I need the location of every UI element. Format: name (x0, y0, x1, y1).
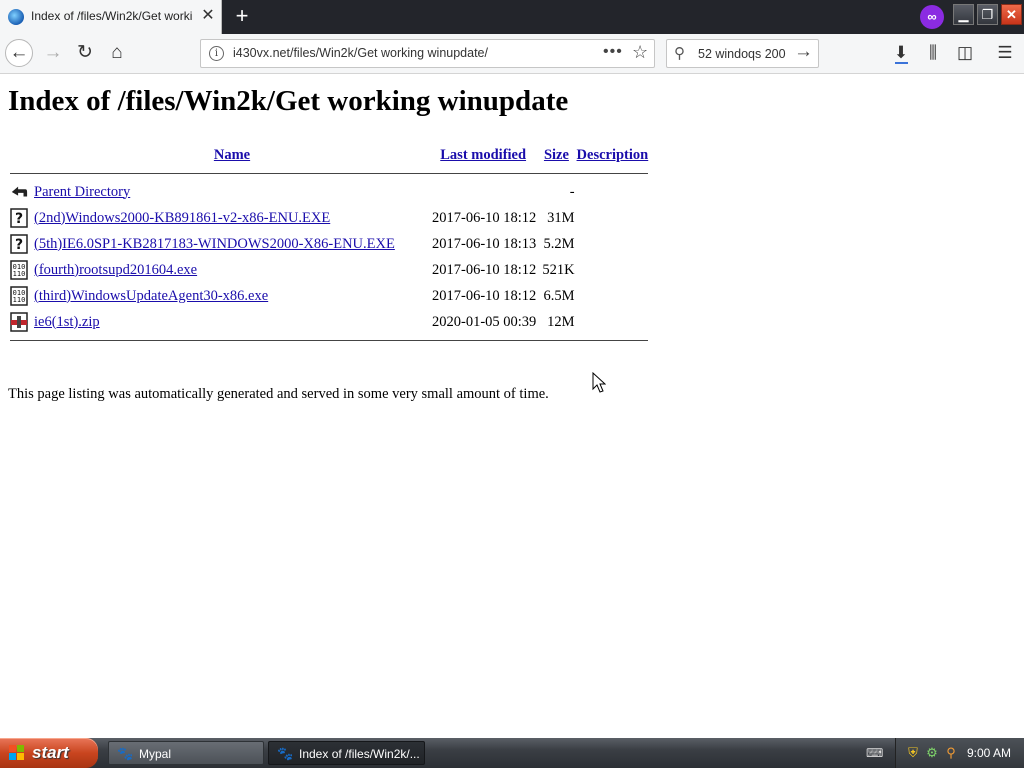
hamburger-menu-icon[interactable]: ☰ (993, 41, 1017, 65)
windows-flag-icon (9, 745, 24, 760)
mypal-app-icon: 🐾 (117, 746, 134, 761)
start-label: start (32, 743, 69, 762)
file-size: 6.5M (543, 287, 575, 304)
private-browsing-icon: ∞ (920, 5, 944, 29)
page-content: Index of /files/Win2k/Get working winupd… (0, 74, 1024, 738)
sort-by-last-modified-link[interactable]: Last modified (440, 147, 526, 163)
reload-button[interactable]: ↻ (71, 39, 99, 67)
search-tray-icon[interactable]: ⚲ (943, 745, 959, 761)
restore-window-button[interactable]: ❐ (977, 4, 998, 25)
svg-text:110: 110 (13, 296, 26, 304)
keyboard-icon[interactable]: ⌨ (866, 746, 883, 760)
file-size: 5.2M (543, 235, 575, 252)
file-link[interactable]: (fourth)rootsupd201604.exe (34, 262, 197, 278)
library-icon[interactable]: ⫼ (921, 41, 945, 65)
file-link[interactable]: (third)WindowsUpdateAgent30-x86.exe (34, 288, 268, 304)
sort-by-size-link[interactable]: Size (544, 147, 569, 163)
taskbar-item-label: Index of /files/Win2k/... (299, 747, 420, 761)
tab-title: Index of /files/Win2k/Get working winupd… (31, 9, 193, 23)
sidebar-icon[interactable]: ◫ (953, 41, 977, 65)
binary-file-icon: 010 110 (10, 260, 28, 280)
table-row: 010 110 (third)WindowsUpdateAgent30-x86.… (10, 284, 648, 308)
taskbar-item-label: Mypal (139, 747, 172, 761)
parent-directory-link[interactable]: Parent Directory (34, 184, 130, 200)
tab-strip: Index of /files/Win2k/Get working winupd… (0, 0, 1024, 34)
network-icon[interactable]: ⚙ (924, 745, 940, 761)
file-link[interactable]: (2nd)Windows2000-KB891861-v2-x86-ENU.EXE (34, 210, 330, 226)
search-icon: ⚲ (674, 45, 685, 62)
last-modified: 2017-06-10 18:13 (432, 235, 537, 252)
last-modified: 2017-06-10 18:12 (432, 261, 537, 278)
table-row: ie6(1st).zip 2020-01-05 00:39 12M (10, 310, 648, 334)
mouse-cursor-icon (592, 372, 606, 393)
address-bar[interactable]: i i430vx.net/files/Win2k/Get working win… (200, 39, 655, 68)
close-window-button[interactable]: ✕ (1001, 4, 1022, 25)
svg-text:?: ? (15, 237, 23, 253)
last-modified: 2017-06-10 18:12 (432, 287, 537, 304)
compressed-file-icon (10, 312, 28, 332)
back-arrow-icon (11, 186, 28, 197)
sort-by-description-link[interactable]: Description (577, 147, 649, 163)
active-tab[interactable]: Index of /files/Win2k/Get working winupd… (0, 0, 222, 34)
minimize-window-button[interactable]: ▁ (953, 4, 974, 25)
table-header-row: Name Last modified Size Description (10, 143, 648, 167)
file-size: 521K (542, 261, 575, 278)
address-bar-url[interactable]: i430vx.net/files/Win2k/Get working winup… (233, 46, 488, 60)
search-go-icon[interactable]: → (794, 41, 813, 63)
unknown-file-icon: ? (10, 234, 28, 254)
forward-button[interactable]: → (39, 39, 67, 67)
table-row: ? (5th)IE6.0SP1-KB2817183-WINDOWS2000-X8… (10, 232, 648, 256)
file-size: 31M (547, 209, 575, 226)
site-info-icon[interactable]: i (209, 46, 224, 61)
directory-listing-table: Name Last modified Size Description Pare… (8, 141, 650, 347)
header-divider (10, 169, 649, 178)
security-shield-icon[interactable]: ⛨ (905, 745, 921, 761)
last-modified: 2017-06-10 18:12 (432, 209, 537, 226)
file-size: 12M (547, 313, 575, 330)
navigation-toolbar: ← → ↻ ⌂ i i430vx.net/files/Win2k/Get wor… (0, 34, 1024, 74)
taskbar-clock: 9:00 AM (967, 746, 1012, 760)
file-size: - (569, 183, 575, 200)
last-modified: 2020-01-05 00:39 (432, 313, 537, 330)
unknown-file-icon: ? (10, 208, 28, 228)
back-button[interactable]: ← (5, 39, 33, 67)
mypal-app-icon: 🐾 (277, 746, 294, 761)
home-button[interactable]: ⌂ (103, 39, 131, 67)
file-link[interactable]: (5th)IE6.0SP1-KB2817183-WINDOWS2000-X86-… (34, 236, 395, 252)
downloads-icon[interactable]: ⬇ (889, 41, 913, 65)
taskbar: start 🐾 Mypal 🐾 Index of /files/Win2k/..… (0, 738, 1024, 768)
search-input[interactable]: 52 windoqs 200 (698, 47, 786, 61)
browser-favicon-icon (8, 9, 24, 25)
taskbar-item-mypal[interactable]: 🐾 Mypal (108, 741, 264, 765)
bookmark-star-icon[interactable]: ☆ (632, 42, 648, 63)
page-actions-icon[interactable]: ••• (603, 43, 623, 61)
page-title: Index of /files/Win2k/Get working winupd… (8, 85, 569, 117)
file-link[interactable]: ie6(1st).zip (34, 314, 100, 330)
new-tab-button[interactable]: + (230, 4, 254, 28)
table-row: 010 110 (fourth)rootsupd201604.exe 2017-… (10, 258, 648, 282)
svg-text:110: 110 (13, 270, 26, 278)
search-bar[interactable]: ⚲ 52 windoqs 200 → (666, 39, 819, 68)
generated-notice: This page listing was automatically gene… (8, 386, 549, 402)
table-row: Parent Directory - (10, 180, 648, 204)
binary-file-icon: 010 110 (10, 286, 28, 306)
sort-by-name-link[interactable]: Name (214, 147, 250, 163)
table-row: ? (2nd)Windows2000-KB891861-v2-x86-ENU.E… (10, 206, 648, 230)
taskbar-item-browser-window[interactable]: 🐾 Index of /files/Win2k/... (268, 741, 425, 765)
footer-divider (10, 336, 649, 345)
svg-text:?: ? (15, 211, 23, 227)
start-button[interactable]: start (0, 738, 98, 768)
tab-close-icon[interactable]: ✕ (199, 7, 217, 25)
